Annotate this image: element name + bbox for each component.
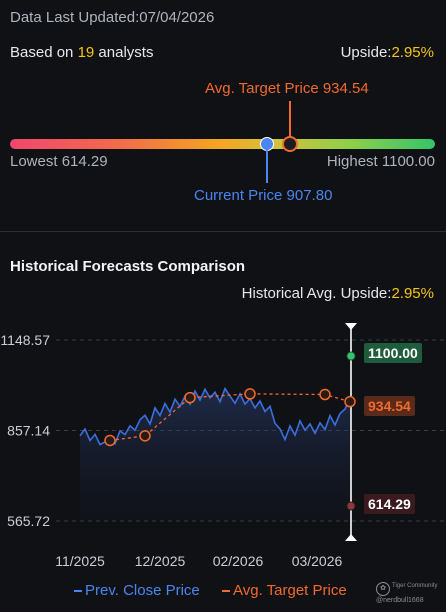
target-point [244, 388, 256, 400]
legend-avg-target-label: Avg. Target Price [233, 582, 347, 599]
price-area [80, 388, 350, 521]
target-point [139, 430, 151, 442]
historical-chart: 1148.57 857.14 565.72 11/2025 12/2025 02/2026… [0, 323, 446, 569]
high-dot [346, 351, 356, 361]
cursor-top-arrow [345, 323, 357, 330]
cursor-bottom-arrow [345, 534, 357, 541]
legend-avg-target: Avg. Target Price [222, 582, 347, 599]
x-tick-label: 11/2025 [55, 553, 105, 569]
high-marker-tag: 1100.00 [364, 343, 422, 363]
x-tick-label: 12/2025 [135, 553, 186, 569]
x-tick-label: 03/2026 [292, 553, 343, 569]
x-tick-label: 02/2026 [213, 553, 264, 569]
target-point [184, 391, 196, 404]
legend-dash-icon [222, 590, 230, 593]
watermark-handle: @nerdbull1668 [376, 597, 424, 604]
low-marker-tag: 614.29 [364, 494, 415, 514]
target-point [104, 434, 116, 447]
tiger-logo-icon: ✿ [376, 582, 390, 596]
legend-line-icon [74, 590, 82, 593]
y-tick-label: 1148.57 [0, 332, 50, 348]
watermark-brand: Tiger Community [392, 583, 438, 589]
low-dot [346, 501, 356, 511]
legend-prev-close: Prev. Close Price [74, 582, 200, 599]
y-tick-label: 565.72 [7, 513, 50, 529]
target-marker-tag: 934.54 [364, 396, 415, 416]
target-point [344, 395, 356, 408]
legend-prev-close-label: Prev. Close Price [85, 582, 200, 599]
target-point [319, 388, 331, 401]
y-tick-label: 857.14 [7, 423, 50, 439]
